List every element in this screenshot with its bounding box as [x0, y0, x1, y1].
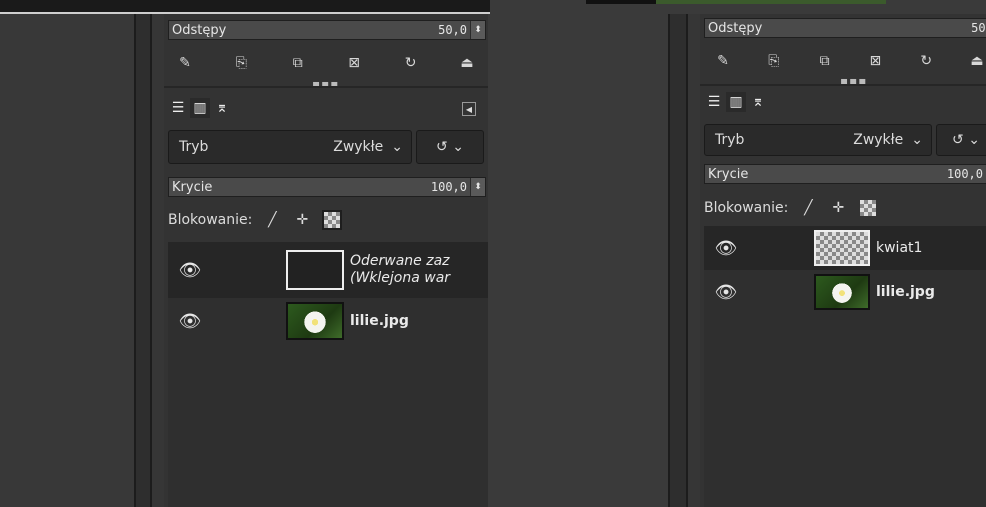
edit-icon[interactable]: ✎	[176, 54, 194, 72]
spacing-label: Odstępy	[708, 20, 763, 36]
layers-tab-icon[interactable]: ☰	[704, 92, 724, 112]
open-icon[interactable]: ⏏	[458, 54, 476, 72]
canvas-area	[488, 14, 668, 507]
refresh-icon[interactable]: ↻	[402, 54, 420, 72]
channels-tab-icon[interactable]: ▥	[190, 98, 210, 118]
spacing-value[interactable]: 50,0	[971, 21, 986, 35]
image-canvas-strip-dark	[586, 0, 656, 4]
lock-alpha-icon[interactable]	[322, 210, 343, 230]
mode-combo[interactable]: Tryb Zwykłe ⌄	[168, 130, 412, 164]
layer-thumbnail	[814, 230, 870, 266]
layer-name[interactable]: lilie.jpg	[870, 284, 935, 300]
opacity-label: Krycie	[172, 179, 213, 195]
chevron-down-icon: ⌄	[391, 139, 403, 155]
opacity-value[interactable]: 100,0	[431, 180, 470, 194]
paths-tab-icon[interactable]: ⌆	[748, 92, 768, 112]
left-dock-panel: Odstępy 50,0 ⬍ ✎ ⎘ ⧉ ⊠ ↻ ⏏ ▪▪▪ ☰ ▥ ⌆ ◀ T…	[164, 14, 488, 507]
layer-row[interactable]: 👁 kwiat1	[704, 226, 986, 270]
lock-pixels-icon[interactable]: ╱	[798, 198, 818, 218]
lock-pixels-icon[interactable]: ╱	[262, 210, 282, 230]
composite-mode-combo[interactable]: ↺ ⌄	[416, 130, 484, 164]
edit-icon[interactable]: ✎	[714, 52, 732, 70]
chevron-down-icon: ⌄	[968, 132, 980, 148]
lock-alpha-icon[interactable]	[858, 198, 878, 218]
divider	[670, 14, 686, 507]
paths-tab-icon[interactable]: ⌆	[212, 98, 232, 118]
layer-thumbnail	[286, 250, 344, 290]
dock-menu-icon[interactable]: ◀	[462, 102, 476, 116]
brush-actions-row: ✎ ⎘ ⧉ ⊠ ↻ ⏏	[714, 52, 986, 70]
layer-row[interactable]: 👁 Oderwane zaz (Wklejona war	[168, 242, 488, 298]
layer-name[interactable]: lilie.jpg	[344, 313, 409, 329]
brush-actions-row: ✎ ⎘ ⧉ ⊠ ↻ ⏏	[176, 54, 476, 72]
layer-name[interactable]: kwiat1	[870, 240, 922, 256]
spin-arrows-icon[interactable]: ⬍	[470, 178, 485, 196]
mode-label: Tryb	[715, 132, 745, 148]
chevron-down-icon: ⌄	[911, 132, 923, 148]
dock-tabs: ☰ ▥ ⌆	[168, 98, 232, 118]
divider	[164, 86, 488, 88]
layers-list: 👁 kwiat1 👁 lilie.jpg	[704, 226, 986, 507]
refresh-icon[interactable]: ↻	[917, 52, 935, 70]
lock-position-icon[interactable]: ✛	[828, 198, 848, 218]
lock-row: Blokowanie: ╱ ✛	[168, 210, 343, 230]
mode-label: Tryb	[179, 139, 209, 155]
layers-tab-icon[interactable]: ☰	[168, 98, 188, 118]
lock-position-icon[interactable]: ✛	[292, 210, 312, 230]
layer-thumbnail	[814, 274, 870, 310]
undo-icon: ↺	[436, 139, 448, 155]
lock-row: Blokowanie: ╱ ✛	[704, 198, 878, 218]
chevron-down-icon: ⌄	[452, 139, 464, 155]
layer-name[interactable]: Oderwane zaz (Wklejona war	[344, 253, 450, 287]
spin-arrows-icon[interactable]: ⬍	[470, 21, 485, 39]
spacing-spinner[interactable]: Odstępy 50,0	[704, 18, 986, 38]
channels-tab-icon[interactable]: ▥	[726, 92, 746, 112]
mode-value: Zwykłe	[333, 139, 384, 155]
divider	[136, 14, 150, 507]
spacing-spinner[interactable]: Odstępy 50,0 ⬍	[168, 20, 486, 40]
layer-thumbnail	[286, 302, 344, 340]
layers-list: 👁 Oderwane zaz (Wklejona war 👁 lilie.jpg	[168, 242, 488, 507]
image-canvas-strip	[0, 0, 490, 14]
opacity-spinner[interactable]: Krycie 100,0	[704, 164, 986, 184]
duplicate-icon[interactable]: ⧉	[289, 54, 307, 72]
resize-handle[interactable]: ▪▪▪	[312, 77, 339, 91]
open-icon[interactable]: ⏏	[968, 52, 986, 70]
dock-tabs: ☰ ▥ ⌆	[704, 92, 768, 112]
undo-icon: ↺	[952, 132, 964, 148]
opacity-value[interactable]: 100,0	[947, 167, 986, 181]
visibility-eye-icon[interactable]: 👁	[168, 311, 212, 332]
opacity-label: Krycie	[708, 166, 749, 182]
composite-mode-combo[interactable]: ↺ ⌄	[936, 124, 986, 156]
right-dock-panel: Odstępy 50,0 ✎ ⎘ ⧉ ⊠ ↻ ⏏ ▪▪▪ ☰ ▥ ⌆ Tryb …	[700, 14, 986, 507]
visibility-eye-icon[interactable]: 👁	[704, 282, 748, 303]
new-icon[interactable]: ⎘	[232, 54, 250, 72]
layer-row[interactable]: 👁 lilie.jpg	[168, 300, 488, 342]
new-icon[interactable]: ⎘	[765, 52, 783, 70]
lock-label: Blokowanie:	[704, 200, 789, 216]
spacing-value[interactable]: 50,0	[438, 23, 470, 37]
opacity-spinner[interactable]: Krycie 100,0 ⬍	[168, 177, 486, 197]
visibility-eye-icon[interactable]: 👁	[704, 238, 748, 259]
lock-label: Blokowanie:	[168, 212, 253, 228]
layer-row[interactable]: 👁 lilie.jpg	[704, 272, 986, 312]
divider	[688, 14, 700, 507]
duplicate-icon[interactable]: ⧉	[816, 52, 834, 70]
mode-combo[interactable]: Tryb Zwykłe ⌄	[704, 124, 932, 156]
image-canvas-strip-green	[656, 0, 886, 4]
delete-icon[interactable]: ⊠	[866, 52, 884, 70]
visibility-eye-icon[interactable]: 👁	[168, 260, 212, 281]
divider	[152, 14, 164, 507]
mode-value: Zwykłe	[853, 132, 904, 148]
spacing-label: Odstępy	[172, 22, 227, 38]
divider	[700, 84, 986, 86]
canvas-area	[0, 14, 134, 507]
delete-icon[interactable]: ⊠	[345, 54, 363, 72]
